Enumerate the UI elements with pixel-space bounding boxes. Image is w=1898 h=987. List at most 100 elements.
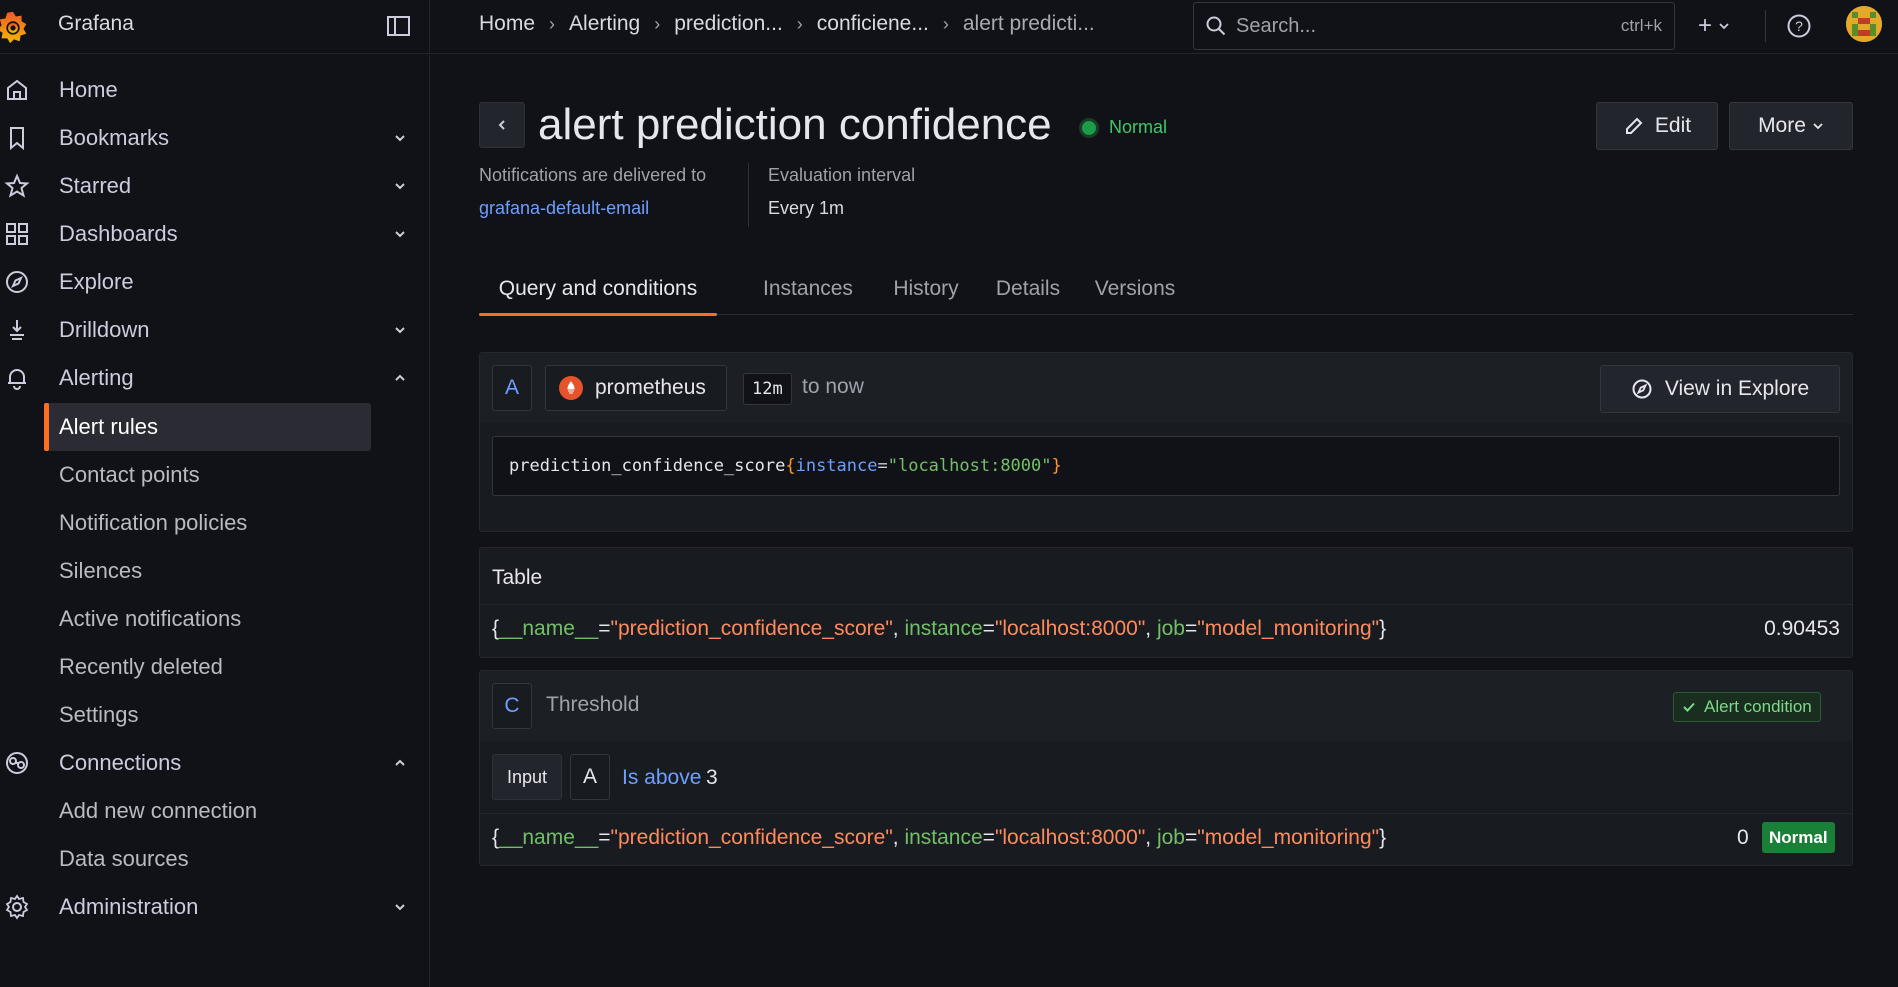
chevron-up-icon[interactable] (392, 755, 408, 771)
chevron-down-icon[interactable] (392, 322, 408, 338)
sidebar: Home Bookmarks Starred Dashboards Explor… (0, 55, 430, 987)
sidebar-item-administration[interactable]: Administration (0, 883, 430, 931)
tab-history[interactable]: History (879, 263, 973, 315)
sidebar-item-add-new-connection[interactable]: Add new connection (44, 787, 371, 835)
chevron-down-icon[interactable] (392, 226, 408, 242)
sidebar-item-alert-rules[interactable]: Alert rules (44, 403, 371, 451)
help-icon[interactable]: ? (1786, 13, 1812, 39)
table-divider (480, 604, 1852, 605)
sidebar-item-label: Alert rules (59, 414, 159, 439)
tab-instances[interactable]: Instances (749, 263, 867, 315)
sidebar-item-bookmarks[interactable]: Bookmarks (0, 114, 430, 162)
time-range-suffix: to now (802, 375, 864, 398)
sidebar-item-label: Alerting (59, 365, 134, 390)
gear-icon (5, 894, 29, 920)
breadcrumb-current: alert predicti... (962, 12, 1095, 35)
sidebar-item-label: Notification policies (59, 510, 248, 535)
more-button[interactable]: More (1729, 102, 1853, 150)
query-expression[interactable]: prediction_confidence_score{instance = "lo… (492, 436, 1840, 496)
chevron-down-icon[interactable] (392, 178, 408, 194)
new-menu-button[interactable]: + (1698, 12, 1730, 40)
series-labels: {__name__="prediction_confidence_score",… (492, 617, 1387, 640)
threshold-series-labels: {__name__="prediction_confidence_score",… (492, 826, 1387, 849)
sidebar-item-dashboards[interactable]: Dashboards (0, 210, 430, 258)
sidebar-item-recently-deleted[interactable]: Recently deleted (44, 643, 371, 691)
chevron-down-icon[interactable] (392, 899, 408, 915)
chevron-up-icon[interactable] (392, 370, 408, 386)
breadcrumb-home[interactable]: Home (479, 12, 535, 36)
sidebar-item-label: Add new connection (59, 798, 258, 823)
query-metric: prediction_confidence_score (509, 456, 786, 476)
sidebar-item-drilldown[interactable]: Drilldown (0, 306, 430, 354)
sidebar-item-starred[interactable]: Starred (0, 162, 430, 210)
prometheus-icon (559, 376, 583, 400)
breadcrumb: Home › Alerting › prediction... › confic… (479, 12, 1095, 36)
sidebar-item-alerting[interactable]: Alerting (0, 354, 430, 402)
sidebar-item-home[interactable]: Home (0, 66, 430, 114)
chevron-left-icon (498, 120, 505, 130)
sidebar-item-label: Bookmarks (59, 125, 170, 150)
sidebar-item-data-sources[interactable]: Data sources (44, 835, 371, 883)
plus-icon: + (1698, 12, 1713, 39)
sidebar-item-explore[interactable]: Explore (0, 258, 430, 306)
contact-point-link[interactable]: grafana-default-email (479, 198, 649, 219)
top-divider (1765, 10, 1766, 42)
avatar[interactable] (1846, 6, 1882, 42)
sidebar-item-label: Starred (59, 173, 132, 198)
alert-condition-label: Alert condition (1704, 697, 1812, 716)
sidebar-item-label: Active notifications (59, 606, 242, 631)
tab-query-and-conditions[interactable]: Query and conditions (479, 263, 717, 316)
sidebar-item-connections[interactable]: Connections (0, 739, 430, 787)
app-name: Grafana (58, 11, 134, 35)
breadcrumb-folder[interactable]: prediction... (674, 12, 783, 36)
threshold-divider (480, 813, 1852, 814)
sidebar-item-settings[interactable]: Settings (44, 691, 371, 739)
alert-condition-badge: Alert condition (1673, 692, 1821, 722)
label-key: instance (904, 617, 983, 640)
time-range-chip[interactable]: 12m (743, 373, 792, 405)
query-header: A prometheus 12m to now View in Explore (480, 353, 1852, 423)
dock-menu-icon[interactable] (386, 14, 412, 38)
chevron-down-icon[interactable] (392, 130, 408, 146)
datasource-picker[interactable]: prometheus (545, 365, 727, 411)
status-badge: Normal (1079, 117, 1167, 138)
sidebar-item-label: Drilldown (59, 317, 150, 342)
breadcrumb-group[interactable]: conficiene... (817, 12, 929, 36)
breadcrumb-alerting[interactable]: Alerting (569, 12, 640, 36)
svg-text:?: ? (1795, 18, 1803, 34)
threshold-panel: C Threshold Alert condition Input A Is a… (479, 670, 1853, 866)
tab-details[interactable]: Details (985, 263, 1071, 315)
chevron-down-icon (1813, 123, 1823, 130)
threshold-header: C Threshold Alert condition (480, 671, 1852, 741)
sidebar-item-silences[interactable]: Silences (44, 547, 371, 595)
evaluation-interval-value: Every 1m (768, 198, 845, 218)
sidebar-item-notification-policies[interactable]: Notification policies (44, 499, 371, 547)
threshold-value[interactable]: 3 (706, 766, 718, 790)
grafana-logo-icon[interactable] (0, 8, 32, 46)
chevron-right-icon: › (654, 13, 661, 34)
query-result-table: Table {__name__="prediction_confidence_s… (479, 547, 1853, 658)
back-button[interactable] (479, 102, 525, 148)
sidebar-item-contact-points[interactable]: Contact points (44, 451, 371, 499)
threshold-operator[interactable]: Is above (622, 766, 701, 790)
check-icon (1683, 702, 1695, 712)
threshold-input-ref[interactable]: A (570, 754, 610, 800)
edit-button[interactable]: Edit (1596, 102, 1718, 150)
sidebar-item-label: Settings (59, 702, 139, 727)
sidebar-item-active-notifications[interactable]: Active notifications (44, 595, 371, 643)
threshold-name: Threshold (546, 693, 640, 716)
search-bar[interactable]: ctrl+k (1193, 2, 1675, 50)
view-in-explore-button[interactable]: View in Explore (1600, 365, 1840, 413)
page-title: alert prediction confidence (538, 100, 1052, 149)
sidebar-item-label: Dashboards (59, 221, 178, 246)
drilldown-icon (10, 320, 24, 340)
label-value: "prediction_confidence_score" (610, 617, 893, 640)
series-value: 0.90453 (1764, 617, 1840, 640)
star-icon (4, 173, 30, 198)
home-icon (7, 79, 27, 100)
tab-versions[interactable]: Versions (1083, 263, 1187, 315)
query-ref-id: A (492, 365, 532, 411)
label-value: "localhost:8000" (994, 617, 1146, 640)
query-brace-close: } (1051, 456, 1062, 476)
search-input[interactable] (1236, 14, 1621, 38)
